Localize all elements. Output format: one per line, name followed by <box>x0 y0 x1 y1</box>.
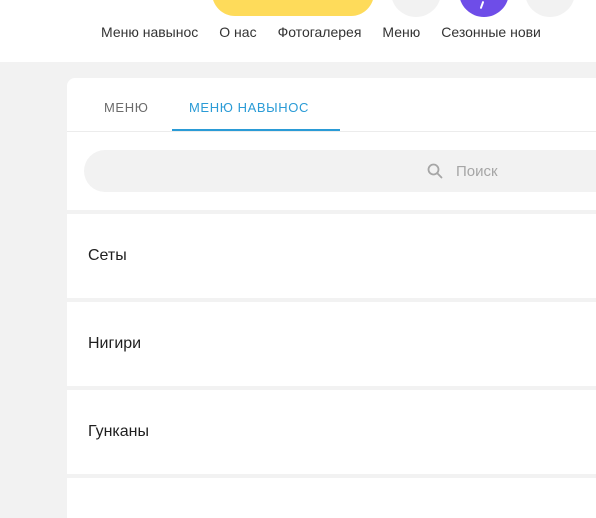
top-nav: Меню навынос О нас Фотогалерея Меню Сезонные… <box>101 24 562 40</box>
nav-item-menu[interactable]: Меню <box>382 24 420 40</box>
category-row[interactable]: Нигири <box>67 302 596 386</box>
search-icon <box>427 163 443 179</box>
category-label: Гунканы <box>88 423 150 440</box>
tab-menu[interactable]: МЕНЮ <box>104 100 148 115</box>
category-row[interactable] <box>67 478 596 518</box>
header-circle-button[interactable] <box>391 0 441 17</box>
search-input[interactable]: Поиск <box>84 150 596 192</box>
category-label: Нигири <box>88 335 142 352</box>
tab-takeaway-menu[interactable]: МЕНЮ НАВЫНОС <box>189 100 309 115</box>
active-tab-indicator <box>172 129 340 131</box>
tabs-bar: МЕНЮ МЕНЮ НАВЫНОС <box>67 78 596 132</box>
nav-item-takeaway-menu[interactable]: Меню навынос <box>101 24 198 40</box>
menu-card: МЕНЮ МЕНЮ НАВЫНОС Поиск Сеты Нигири Гунк… <box>67 78 596 518</box>
cta-button[interactable] <box>212 0 374 16</box>
phone-icon <box>479 0 485 10</box>
search-area: Поиск <box>67 132 596 210</box>
category-label: Сеты <box>88 247 127 264</box>
header-circle-button[interactable] <box>525 0 575 17</box>
header-phone-button[interactable] <box>459 0 509 17</box>
nav-item-gallery[interactable]: Фотогалерея <box>278 24 362 40</box>
search-placeholder: Поиск <box>456 163 498 180</box>
nav-item-seasonal[interactable]: Сезонные нови <box>441 24 541 40</box>
nav-item-about[interactable]: О нас <box>219 24 256 40</box>
category-row[interactable]: Гунканы <box>67 390 596 474</box>
category-row[interactable]: Сеты <box>67 214 596 298</box>
site-header: Меню навынос О нас Фотогалерея Меню Сезонные… <box>0 0 596 62</box>
